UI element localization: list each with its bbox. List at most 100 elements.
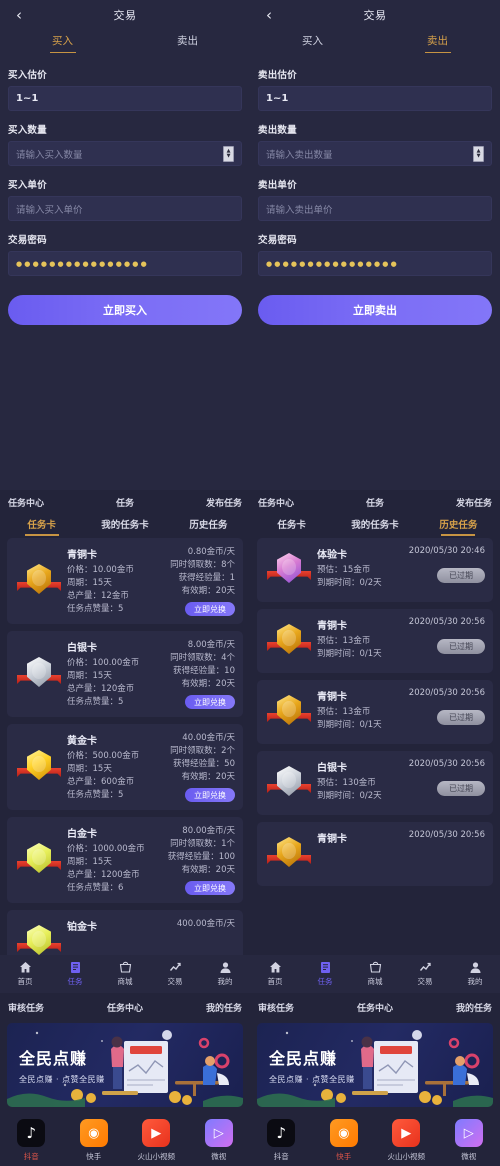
redeem-button[interactable]: 立即兑换 (185, 881, 235, 895)
task-tab[interactable]: 任务卡 (250, 517, 333, 536)
history-card[interactable]: 青铜卡 2020/05/30 20:56 (257, 822, 493, 886)
user-icon (219, 961, 232, 974)
field-password[interactable]: ●●●●●●●●●●●●●●●● (258, 251, 492, 276)
tab-inactive[interactable]: 卖出 (125, 33, 250, 53)
task-tab[interactable]: 历史任务 (167, 517, 250, 536)
app-shortcut[interactable]: ♪ 抖音 (0, 1119, 63, 1162)
badge-wrap (265, 617, 313, 665)
header-item-2[interactable]: 发布任务 (414, 496, 492, 509)
card-stat: 同时领取数：1个 (170, 839, 235, 849)
field-text[interactable]: 请输入买入单价 (8, 196, 242, 221)
app-label: 抖音 (23, 1152, 39, 1161)
task-card[interactable]: 铂金卡 400.00金币/天 (7, 910, 243, 955)
bottom-nav-left[interactable]: 首页 任务 商城 交易 我的 (0, 955, 250, 993)
task-card[interactable]: 黄金卡 价格：500.00金币 周期：15天 总产量：600金币 任务点赞量：5 40.0… (7, 724, 243, 810)
nav-item-task[interactable]: 任务 (300, 961, 350, 987)
app-shortcut[interactable]: ▶ 火山小视频 (125, 1119, 188, 1162)
audit-item-0[interactable]: 审核任务 (8, 1001, 86, 1014)
history-card[interactable]: 白银卡 预估：130金币 到期时间：0/2天 2020/05/30 20:56 已过期 (257, 751, 493, 815)
kuaishou-icon: ◉ (329, 1119, 358, 1147)
nav-item-chart[interactable]: 交易 (150, 961, 200, 987)
badge-wrap (15, 546, 63, 616)
douyin-icon: ♪ (267, 1119, 296, 1147)
nav-item-home[interactable]: 首页 (250, 961, 300, 987)
task-tab[interactable]: 历史任务 (417, 517, 500, 536)
app-label: 火山小视频 (387, 1152, 426, 1161)
field-number[interactable]: 请输入卖出数量 ▲ ▼ (258, 141, 492, 166)
bottom-nav-right[interactable]: 首页 任务 商城 交易 我的 (250, 955, 500, 993)
history-card[interactable]: 青铜卡 预估：13金币 到期时间：0/1天 2020/05/30 20:56 已过期 (257, 680, 493, 744)
submit-button[interactable]: 立即买入 (8, 295, 242, 325)
nav-item-shop[interactable]: 商城 (100, 961, 150, 987)
promo-banner[interactable]: 全民点赚 全民点赚 · 点赞全民赚 (7, 1023, 243, 1107)
field-password[interactable]: ●●●●●●●●●●●●●●●● (8, 251, 242, 276)
field-value[interactable]: 1~1 (8, 86, 242, 111)
app-shortcut[interactable]: ▷ 微视 (188, 1119, 251, 1162)
header-item-0[interactable]: 任务中心 (258, 496, 336, 509)
audit-item-1[interactable]: 任务中心 (336, 1001, 414, 1014)
tab-active[interactable]: 买入 (0, 33, 125, 53)
history-card[interactable]: 青铜卡 预估：13金币 到期时间：0/1天 2020/05/30 20:56 已过期 (257, 609, 493, 673)
back-button[interactable]: ‹ (256, 2, 282, 28)
redeem-button[interactable]: 立即兑换 (185, 602, 235, 616)
promo-banner[interactable]: 全民点赚 全民点赚 · 点赞全民赚 (257, 1023, 493, 1107)
back-button[interactable]: ‹ (6, 2, 32, 28)
audit-item-1[interactable]: 任务中心 (86, 1001, 164, 1014)
card-stat: 有效期：20天 (181, 679, 235, 689)
history-card[interactable]: 体验卡 预估：15金币 到期时间：0/2天 2020/05/30 20:46 已过期 (257, 538, 493, 602)
redeem-button[interactable]: 立即兑换 (185, 788, 235, 802)
nav-item-shop[interactable]: 商城 (350, 961, 400, 987)
nav-item-chart[interactable]: 交易 (400, 961, 450, 987)
nav-item-user[interactable]: 我的 (450, 961, 500, 987)
card-stat: 有效期：20天 (181, 586, 235, 596)
audit-header-row: 审核任务 任务中心 我的任务 审核任务 任务中心 我的任务 (0, 993, 500, 1021)
task-card[interactable]: 青铜卡 价格：10.00金币 周期：15天 总产量：12金币 任务点赞量：5 0.80金币… (7, 538, 243, 624)
header-item-1[interactable]: 任务 (336, 496, 414, 509)
field-number[interactable]: 请输入买入数量 ▲ ▼ (8, 141, 242, 166)
tab-inactive[interactable]: 买入 (250, 33, 375, 53)
field-value: 1~1 (16, 93, 39, 104)
task-tab[interactable]: 任务卡 (0, 517, 83, 536)
header-item-2[interactable]: 发布任务 (164, 496, 242, 509)
header-item-1[interactable]: 任务 (86, 496, 164, 509)
card-detail: 周期：15天 (67, 578, 112, 588)
nav-label: 首页 (267, 977, 283, 986)
task-tab[interactable]: 我的任务卡 (83, 517, 166, 536)
badge-wrap (15, 918, 63, 955)
app-shortcut[interactable]: ▶ 火山小视频 (375, 1119, 438, 1162)
tab-active[interactable]: 卖出 (375, 33, 500, 53)
app-shortcut[interactable]: ◉ 快手 (63, 1119, 126, 1162)
card-detail: 预估：13金币 (317, 636, 371, 646)
card-badge-icon (17, 923, 61, 955)
app-shortcut[interactable]: ▷ 微视 (438, 1119, 500, 1162)
audit-item-2[interactable]: 我的任务 (164, 1001, 242, 1014)
page-title: 交易 (113, 9, 137, 22)
nav-item-home[interactable]: 首页 (0, 961, 50, 987)
field-value[interactable]: 1~1 (258, 86, 492, 111)
card-detail: 总产量：1200金币 (67, 870, 140, 880)
app-shortcut[interactable]: ♪ 抖音 (250, 1119, 313, 1162)
nav-item-user[interactable]: 我的 (200, 961, 250, 987)
card-meta: 2020/05/30 20:46 已过期 (401, 546, 485, 594)
field-label: 交易密码 (8, 235, 47, 246)
nav-item-task[interactable]: 任务 (50, 961, 100, 987)
card-title: 白金卡 (67, 829, 97, 840)
number-stepper-icon[interactable]: ▲ ▼ (473, 145, 484, 162)
card-badge-icon (267, 764, 311, 802)
app-shortcut[interactable]: ◉ 快手 (313, 1119, 376, 1162)
huoshan-icon: ▶ (142, 1119, 171, 1147)
audit-item-2[interactable]: 我的任务 (414, 1001, 492, 1014)
task-card[interactable]: 白金卡 价格：1000.00金币 周期：15天 总产量：1200金币 任务点赞量：6 80… (7, 817, 243, 903)
field-placeholder: 请输入买入单价 (16, 204, 83, 216)
audit-item-0[interactable]: 审核任务 (258, 1001, 336, 1014)
number-stepper-icon[interactable]: ▲ ▼ (223, 145, 234, 162)
trade-panel-buy: ‹ 交易 买入 卖出 买入估价 1~1 买入数量 请输入买入数量 ▲ ▼ 买入单价 请输入买入单价 交易… (0, 0, 250, 490)
submit-button[interactable]: 立即卖出 (258, 295, 492, 325)
task-tab[interactable]: 我的任务卡 (333, 517, 416, 536)
nav-label: 我的 (467, 977, 483, 986)
redeem-button[interactable]: 立即兑换 (185, 695, 235, 709)
card-detail: 周期：15天 (67, 764, 112, 774)
task-card[interactable]: 白银卡 价格：100.00金币 周期：15天 总产量：120金币 任务点赞量：5 8.00… (7, 631, 243, 717)
field-text[interactable]: 请输入卖出单价 (258, 196, 492, 221)
header-item-0[interactable]: 任务中心 (8, 496, 86, 509)
